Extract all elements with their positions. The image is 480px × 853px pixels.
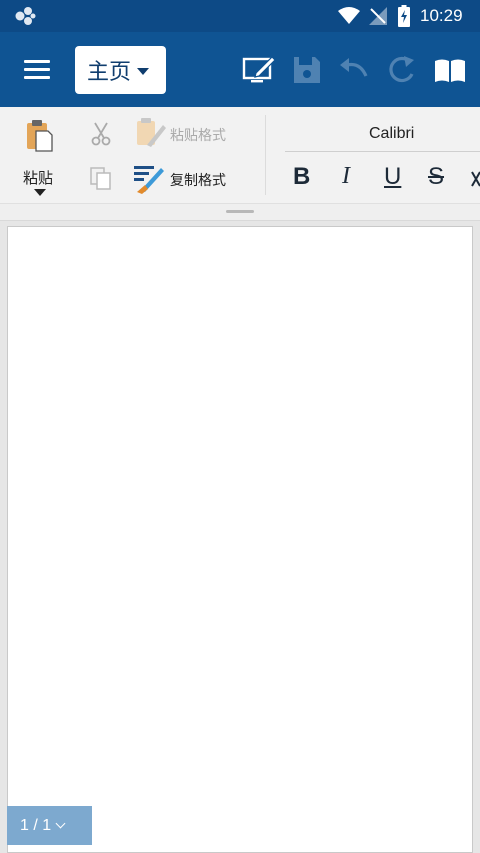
chevron-down-icon — [34, 189, 46, 196]
wifi-icon — [338, 7, 360, 24]
page-indicator[interactable]: 1 / 1 — [7, 806, 92, 845]
status-bar: 10:29 — [0, 0, 480, 32]
undo-icon[interactable] — [336, 52, 372, 88]
paste-format-label[interactable]: 粘贴格式 — [170, 125, 226, 145]
ribbon-collapse-handle[interactable] — [0, 204, 480, 221]
app-bar: 主页 — [0, 32, 480, 107]
cut-icon[interactable] — [88, 121, 114, 147]
copy-format-label[interactable]: 复制格式 — [170, 170, 226, 190]
italic-button[interactable]: I — [342, 163, 350, 193]
bold-button[interactable]: B — [293, 163, 310, 193]
underline-button[interactable]: U — [384, 163, 401, 193]
chevron-down-icon — [137, 67, 150, 75]
tab-dropdown-label: 主页 — [87, 60, 132, 85]
clock: 10:29 — [420, 6, 463, 25]
signal-icon — [369, 7, 387, 25]
save-icon[interactable] — [289, 52, 325, 88]
clipboard-icon — [27, 120, 53, 152]
battery-charging-icon — [398, 5, 410, 27]
strikethrough-button[interactable]: S — [428, 163, 444, 193]
paste-label: 粘贴 — [23, 169, 54, 187]
redo-icon[interactable] — [384, 52, 420, 88]
next-format-icon[interactable] — [471, 170, 480, 188]
paste-format-icon[interactable] — [135, 117, 167, 149]
edit-screen-icon[interactable] — [241, 52, 277, 88]
font-name-field[interactable]: Calibri — [285, 117, 480, 152]
paste-button[interactable]: 粘贴 — [20, 117, 60, 197]
chevron-down-icon — [55, 818, 66, 829]
document-page[interactable] — [7, 226, 473, 853]
ribbon-divider — [265, 115, 266, 195]
grip-icon — [226, 210, 254, 213]
copy-format-icon[interactable] — [133, 162, 167, 194]
menu-icon[interactable] — [24, 60, 50, 80]
ribbon-toolbar: 粘贴 粘贴格式 复制格式 Calibri — [0, 107, 480, 204]
tab-dropdown[interactable]: 主页 — [75, 46, 166, 94]
document-area — [0, 221, 480, 853]
page-indicator-label: 1 / 1 — [20, 816, 52, 834]
copy-icon[interactable] — [88, 165, 114, 191]
app-glyph-icon — [15, 7, 36, 25]
read-mode-icon[interactable] — [432, 52, 468, 88]
